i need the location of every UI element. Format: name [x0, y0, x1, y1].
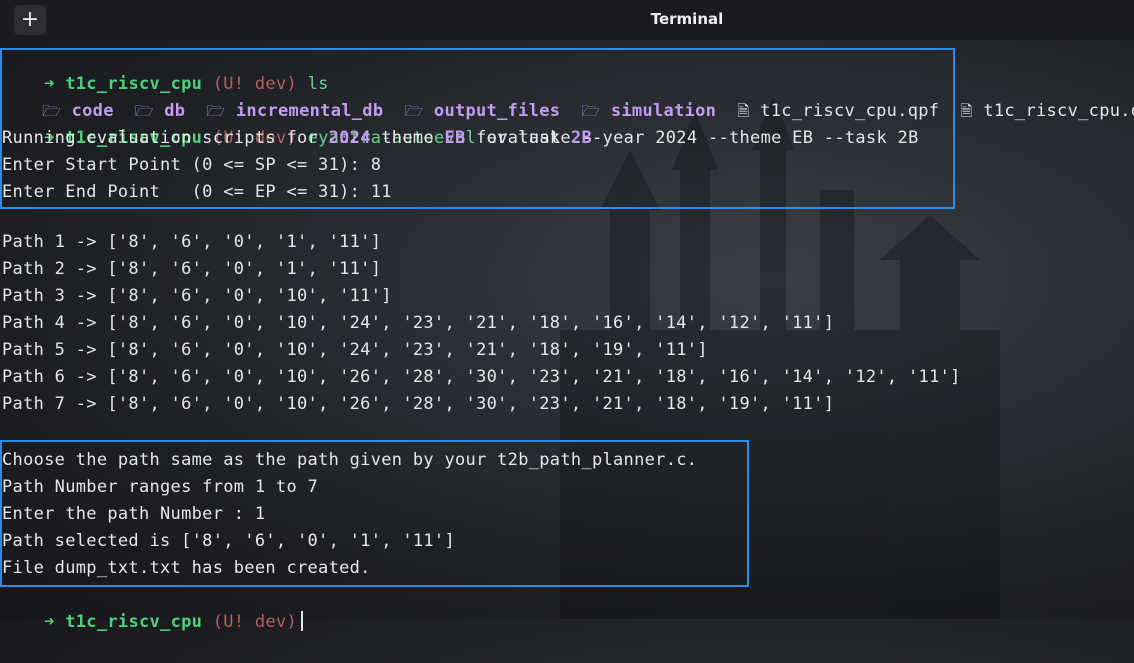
- path-line: Path 7 -> ['8', '6', '0', '10', '26', '2…: [2, 394, 835, 414]
- ls-file: t1c_riscv_cpu.qsf: [983, 101, 1134, 121]
- path-line: Path 1 -> ['8', '6', '0', '1', '11']: [2, 232, 382, 252]
- path-line: Path 6 -> ['8', '6', '0', '10', '26', '2…: [2, 367, 961, 387]
- path-line: Path 3 -> ['8', '6', '0', '10', '11']: [2, 286, 392, 306]
- file-icon: 🗎: [960, 102, 973, 120]
- prompt-dir: t1c_riscv_cpu: [65, 612, 203, 632]
- text-cursor: [301, 611, 304, 631]
- path-line: Path 4 -> ['8', '6', '0', '10', '24', '2…: [2, 313, 835, 333]
- title-bar: + Terminal: [0, 0, 1134, 40]
- git-branch: dev): [254, 612, 298, 632]
- prompt-arrow-icon: ➜: [44, 612, 55, 632]
- path-line: Path 2 -> ['8', '6', '0', '1', '11']: [2, 259, 382, 279]
- window-title: Terminal: [650, 10, 724, 28]
- path-line: Path 5 -> ['8', '6', '0', '10', '24', '2…: [2, 340, 708, 360]
- git-status-open: (U!: [212, 612, 245, 632]
- highlight-box-top: [0, 48, 955, 209]
- highlight-box-bottom: [0, 440, 749, 587]
